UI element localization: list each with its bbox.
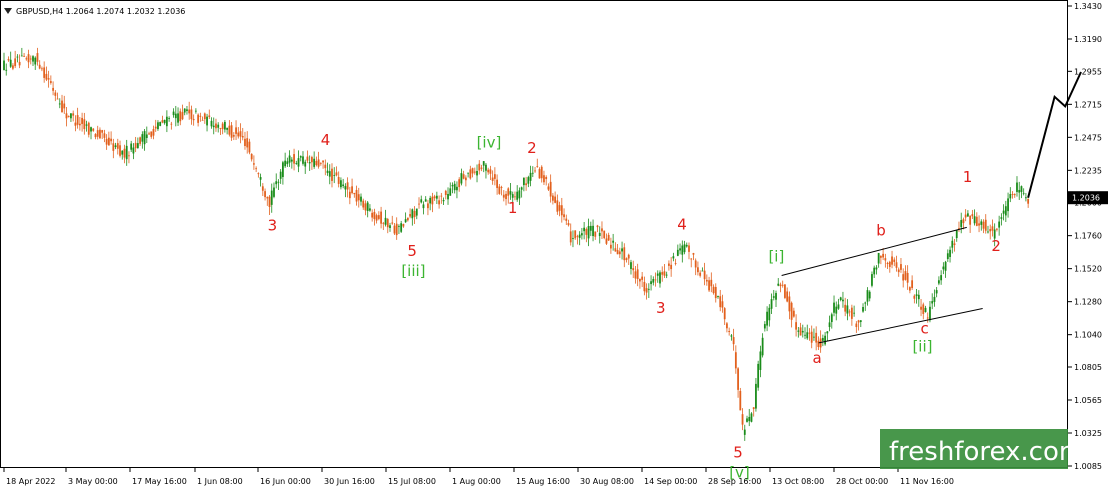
current-price-tag-text: 1.2036 <box>1072 194 1100 203</box>
x-tick-label: 3 May 00:00 <box>68 477 118 486</box>
x-tick-label: 11 Nov 16:00 <box>900 477 954 486</box>
candle <box>757 360 760 391</box>
candle <box>739 387 742 411</box>
x-tick-label: 15 Aug 16:00 <box>516 477 570 486</box>
wave-label: a <box>813 349 822 367</box>
wave-label: 1 <box>508 199 518 217</box>
candle <box>603 230 606 240</box>
chart-header-label: GBPUSD,H4 1.2064 1.2074 1.2032 1.2036 <box>16 7 185 16</box>
y-tick-label: 1.3430 <box>1074 2 1102 11</box>
x-tick-label: 15 Jul 08:00 <box>388 477 436 486</box>
wave-label: 4 <box>677 215 687 233</box>
wave-label: 5 <box>733 444 743 462</box>
x-tick-label: 1 Aug 00:00 <box>452 477 501 486</box>
y-tick-label: 1.1760 <box>1074 232 1102 241</box>
x-tick-label: 30 Jun 16:00 <box>324 477 375 486</box>
wave-label: c <box>920 319 928 337</box>
y-tick-label: 1.2955 <box>1074 67 1102 76</box>
y-tick-label: 1.3190 <box>1074 35 1102 44</box>
wave-label: 3 <box>656 299 666 317</box>
y-tick-label: 1.2715 <box>1074 100 1102 109</box>
chart-root: 3 4 5 [iii] [iv] 1 2 3 4 5 [v] [i] a b c [ii] 1 2 1.3430 1… <box>0 0 1111 492</box>
wave-label: [iii] <box>401 262 425 280</box>
wave-label: [iv] <box>477 134 502 152</box>
candle <box>159 121 162 127</box>
y-tick-label: 1.1280 <box>1074 298 1102 307</box>
wave-label: 1 <box>963 168 973 186</box>
price-chart: 345[iii][iv]12345[v][i]abc[ii]12 1.34301… <box>0 0 1108 486</box>
x-tick-label: 17 May 16:00 <box>132 477 187 486</box>
y-tick-label: 1.2235 <box>1074 166 1102 175</box>
y-tick-label: 1.0565 <box>1074 396 1102 405</box>
y-tick-label: 1.1040 <box>1074 331 1102 340</box>
wave-label: 3 <box>268 217 278 235</box>
wave-label: 2 <box>991 237 1001 255</box>
wave-label: [ii] <box>912 337 932 355</box>
candle <box>750 412 753 423</box>
x-tick-label: 13 Oct 08:00 <box>772 477 824 486</box>
y-tick-label: 1.0805 <box>1074 363 1102 372</box>
time-axis: 18 Apr 2022 3 May 00:00 17 May 16:00 1 Jun … <box>3 468 954 486</box>
y-tick-label: 1.1520 <box>1074 265 1102 274</box>
y-tick-label: 1.2475 <box>1074 133 1102 142</box>
x-tick-label: 28 Sep 16:00 <box>708 477 761 486</box>
x-tick-label: 16 Jun 00:00 <box>260 477 311 486</box>
x-tick-label: 28 Oct 00:00 <box>836 477 888 486</box>
wave-label: b <box>876 222 886 240</box>
price-axis: 1.3430 1.3190 1.2955 1.2715 1.2475 1.2235 1.20… <box>1068 2 1102 471</box>
x-tick-label: 18 Apr 2022 <box>6 477 55 486</box>
chart-plot-frame <box>0 0 1068 468</box>
watermark-text: freshforex.com <box>889 437 1084 467</box>
wave-label: 5 <box>407 242 417 260</box>
x-tick-label: 30 Aug 08:00 <box>580 477 634 486</box>
wave-label: 4 <box>321 131 331 149</box>
freshforex-watermark: freshforex.com <box>880 429 1084 469</box>
candle <box>784 284 786 300</box>
x-tick-label: 1 Jun 08:00 <box>197 477 243 486</box>
wave-label: [i] <box>768 248 784 266</box>
wave-label: 2 <box>527 139 537 157</box>
x-tick-label: 14 Sep 00:00 <box>644 477 697 486</box>
